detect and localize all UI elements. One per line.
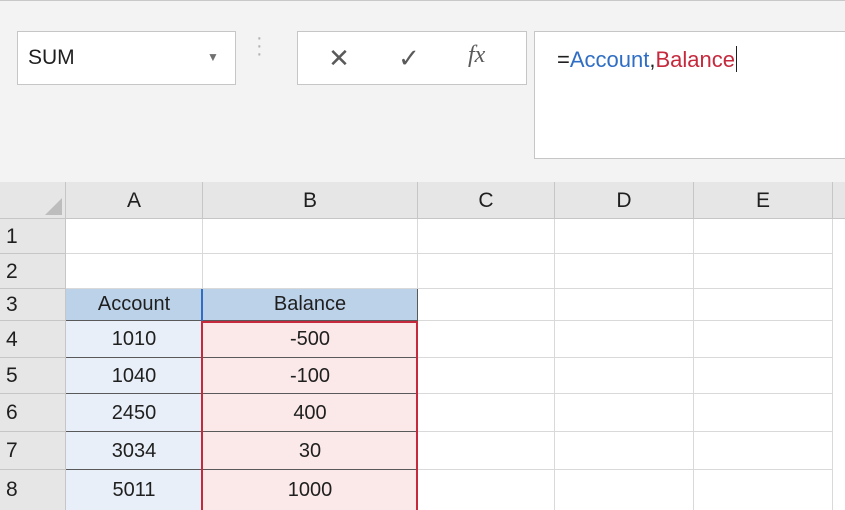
cell-b6[interactable]: 400 bbox=[203, 394, 418, 432]
cell-e1[interactable] bbox=[694, 219, 833, 254]
cell-d5[interactable] bbox=[555, 358, 694, 394]
cell-b1[interactable] bbox=[203, 219, 418, 254]
row-header-7[interactable]: 7 bbox=[0, 432, 66, 470]
cell-c5[interactable] bbox=[418, 358, 555, 394]
formula-ref-balance: Balance bbox=[655, 47, 735, 72]
cell-d4[interactable] bbox=[555, 321, 694, 358]
checkmark-icon[interactable]: ✓ bbox=[395, 44, 423, 72]
column-header-e[interactable]: E bbox=[694, 182, 833, 219]
cell-e7[interactable] bbox=[694, 432, 833, 470]
select-all-icon bbox=[45, 198, 62, 215]
formula-buttons: ✕ ✓ fx bbox=[297, 31, 527, 85]
cell-e5[interactable] bbox=[694, 358, 833, 394]
select-all-button[interactable] bbox=[0, 182, 66, 219]
column-header-c[interactable]: C bbox=[418, 182, 555, 219]
cell-a7[interactable]: 3034 bbox=[66, 432, 203, 470]
row-header-1[interactable]: 1 bbox=[0, 219, 66, 254]
formula-text: =Account,Balance bbox=[557, 46, 737, 73]
cell-a1[interactable] bbox=[66, 219, 203, 254]
row-header-4[interactable]: 4 bbox=[0, 321, 66, 358]
cell-c8[interactable] bbox=[418, 470, 555, 510]
cell-d7[interactable] bbox=[555, 432, 694, 470]
column-header-f-partial[interactable] bbox=[833, 182, 845, 219]
text-caret bbox=[736, 46, 737, 72]
row-header-2[interactable]: 2 bbox=[0, 254, 66, 289]
splitter-handle[interactable]: · · · bbox=[256, 28, 263, 64]
column-header-a[interactable]: A bbox=[66, 182, 203, 219]
row-header-3[interactable]: 3 bbox=[0, 289, 66, 321]
formula-bar-area: SUM ▼ · · · ✕ ✓ fx =Account,Balance bbox=[0, 0, 845, 183]
cell-d8[interactable] bbox=[555, 470, 694, 510]
cell-a6[interactable]: 2450 bbox=[66, 394, 203, 432]
cell-e6[interactable] bbox=[694, 394, 833, 432]
cell-d3[interactable] bbox=[555, 289, 694, 321]
chevron-down-icon[interactable]: ▼ bbox=[207, 50, 219, 64]
cell-b7[interactable]: 30 bbox=[203, 432, 418, 470]
cell-a4[interactable]: 1010 bbox=[66, 321, 203, 358]
cell-c4[interactable] bbox=[418, 321, 555, 358]
cell-a2[interactable] bbox=[66, 254, 203, 289]
name-box[interactable]: SUM ▼ bbox=[17, 31, 236, 85]
cell-a8[interactable]: 5011 bbox=[66, 470, 203, 510]
cell-a5[interactable]: 1040 bbox=[66, 358, 203, 394]
cell-a3-account-header[interactable]: Account bbox=[66, 289, 203, 321]
worksheet-grid: A B C D E 1 2 3 4 5 6 7 8 Account Balanc… bbox=[0, 182, 845, 510]
row-header-8[interactable]: 8 bbox=[0, 470, 66, 510]
row-header-6[interactable]: 6 bbox=[0, 394, 66, 432]
cell-d1[interactable] bbox=[555, 219, 694, 254]
cell-c6[interactable] bbox=[418, 394, 555, 432]
cell-e4[interactable] bbox=[694, 321, 833, 358]
cell-b5[interactable]: -100 bbox=[203, 358, 418, 394]
formula-input[interactable]: =Account,Balance bbox=[534, 31, 845, 159]
cell-e8[interactable] bbox=[694, 470, 833, 510]
cell-c2[interactable] bbox=[418, 254, 555, 289]
cell-e3[interactable] bbox=[694, 289, 833, 321]
cell-c1[interactable] bbox=[418, 219, 555, 254]
cell-b4[interactable]: -500 bbox=[203, 321, 418, 358]
row-header-5[interactable]: 5 bbox=[0, 358, 66, 394]
column-header-b[interactable]: B bbox=[203, 182, 418, 219]
formula-equals: = bbox=[557, 47, 570, 72]
formula-ref-account: Account bbox=[569, 47, 650, 72]
close-icon[interactable]: ✕ bbox=[325, 44, 353, 72]
cell-c7[interactable] bbox=[418, 432, 555, 470]
cell-e2[interactable] bbox=[694, 254, 833, 289]
cell-b8[interactable]: 1000 bbox=[203, 470, 418, 510]
column-header-d[interactable]: D bbox=[555, 182, 694, 219]
name-box-value: SUM bbox=[28, 46, 75, 69]
cell-b2[interactable] bbox=[203, 254, 418, 289]
cell-b3-balance-header[interactable]: Balance bbox=[203, 289, 418, 321]
cell-c3[interactable] bbox=[418, 289, 555, 321]
insert-function-button[interactable]: fx bbox=[468, 42, 485, 69]
cell-d6[interactable] bbox=[555, 394, 694, 432]
cell-d2[interactable] bbox=[555, 254, 694, 289]
